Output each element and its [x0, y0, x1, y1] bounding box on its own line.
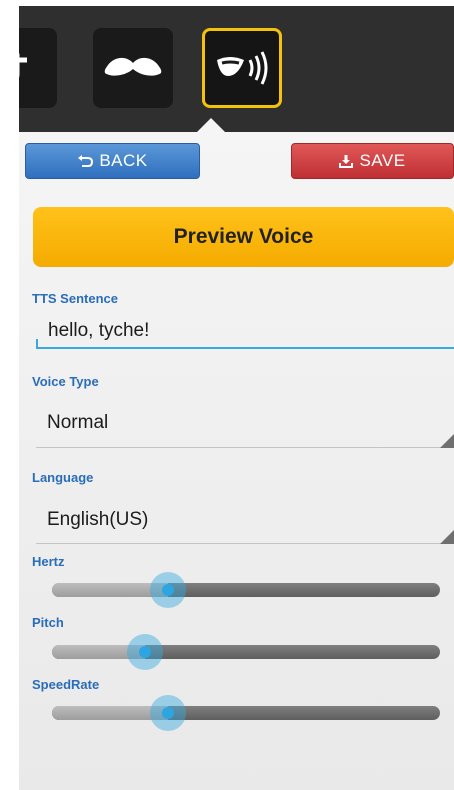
tts-sentence-label: TTS Sentence: [32, 291, 118, 306]
language-label: Language: [32, 470, 94, 485]
hertz-slider-thumb[interactable]: [150, 572, 186, 608]
back-button[interactable]: BACK: [25, 143, 200, 179]
language-dropdown-indicator: [440, 530, 454, 544]
voice-type-label: Voice Type: [32, 374, 99, 389]
back-label: BACK: [99, 151, 148, 170]
selection-pointer: [197, 118, 225, 132]
pitch-slider-thumb[interactable]: [127, 634, 163, 670]
glasses-tile[interactable]: [19, 28, 57, 108]
screen: BACK SAVE Preview Voice TTS Sentence hel…: [19, 6, 454, 790]
input-underline: [36, 347, 454, 349]
pitch-slider[interactable]: [52, 634, 440, 670]
speedrate-label: SpeedRate: [32, 677, 100, 692]
mouth-speaking-icon: [217, 51, 268, 85]
mouth-speaking-tile[interactable]: [202, 28, 282, 108]
language-spinner[interactable]: English(US): [47, 509, 148, 531]
glasses-icon: [19, 53, 27, 78]
pitch-label: Pitch: [32, 615, 64, 630]
voice-type-underline: [36, 447, 454, 448]
download-icon: [339, 155, 354, 168]
undo-arrow-icon: [78, 155, 94, 167]
speedrate-slider-thumb[interactable]: [150, 695, 186, 731]
tts-sentence-input[interactable]: hello, tyche!: [48, 320, 149, 342]
hertz-slider[interactable]: [52, 572, 440, 608]
language-underline: [36, 543, 454, 544]
avatar-strip: [19, 6, 454, 132]
hertz-label: Hertz: [32, 554, 65, 569]
speedrate-slider[interactable]: [52, 695, 440, 731]
voice-type-spinner[interactable]: Normal: [47, 412, 108, 434]
save-label: SAVE: [359, 151, 406, 170]
voice-type-dropdown-indicator: [440, 434, 454, 448]
mustache-tile[interactable]: [93, 28, 173, 108]
preview-voice-button[interactable]: Preview Voice: [33, 207, 454, 267]
save-button[interactable]: SAVE: [291, 143, 454, 179]
mustache-icon: [104, 57, 162, 76]
